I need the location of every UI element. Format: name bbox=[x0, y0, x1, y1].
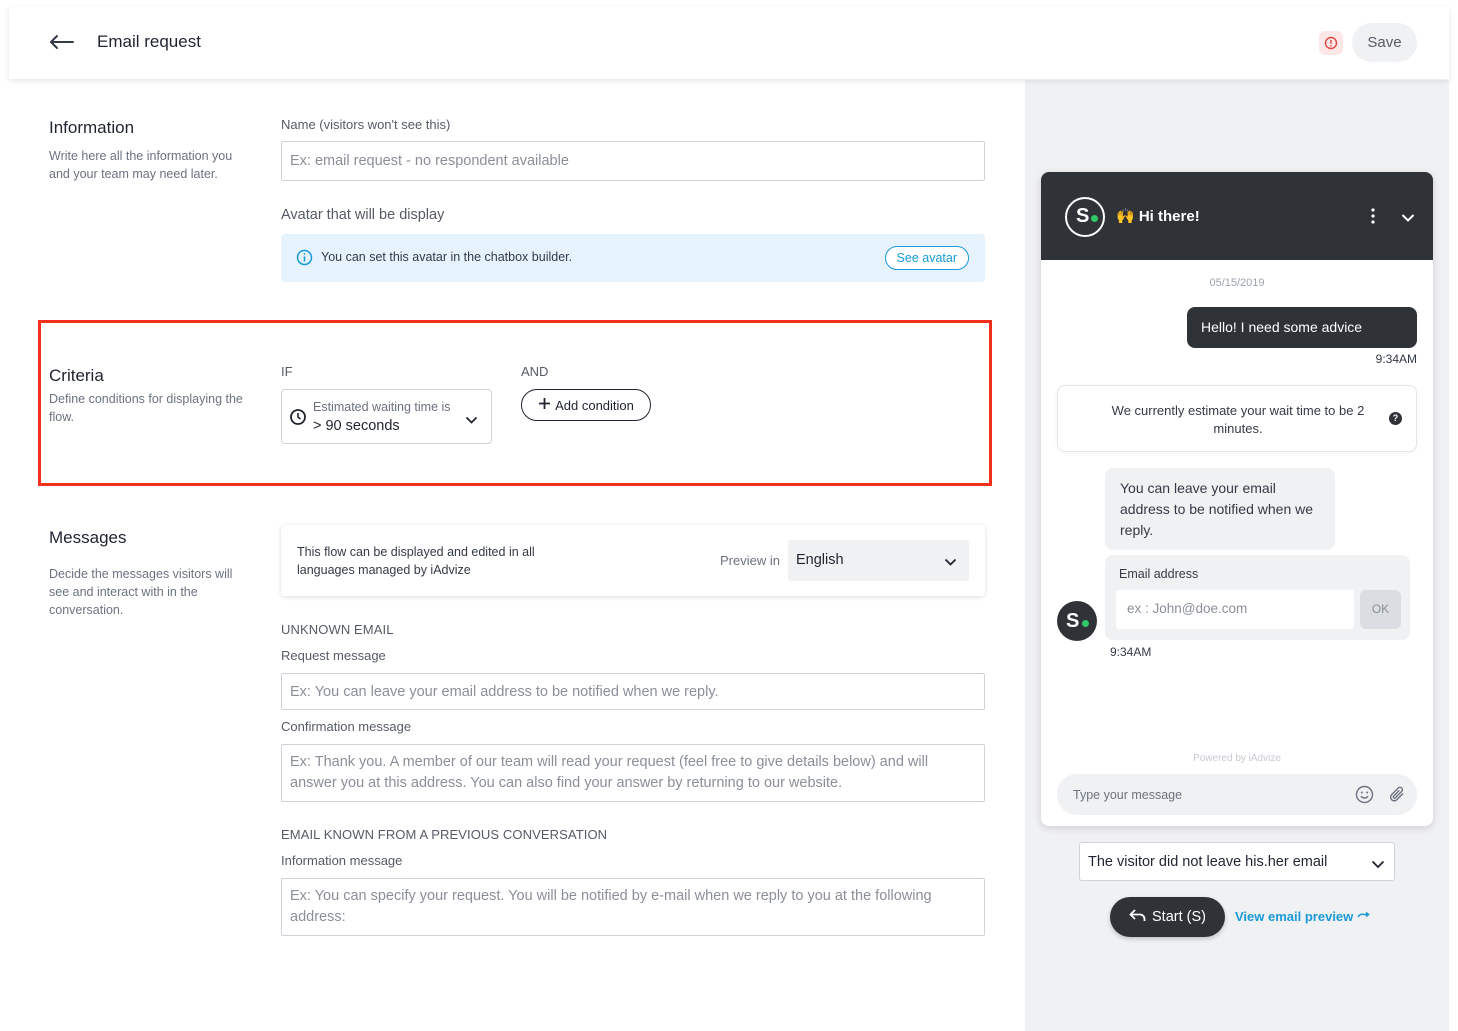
email-capture-card: Email address ex : John@doe.com OK bbox=[1105, 555, 1410, 640]
condition-select[interactable]: Estimated waiting time is > 90 seconds bbox=[281, 389, 492, 444]
name-input[interactable]: Ex: email request - no respondent availa… bbox=[281, 141, 985, 181]
if-label: IF bbox=[281, 364, 293, 379]
request-label: Request message bbox=[281, 648, 386, 663]
name-label: Name (visitors won't see this) bbox=[281, 117, 451, 132]
kebab-icon[interactable] bbox=[1371, 208, 1375, 229]
info-icon bbox=[296, 249, 313, 271]
alert-icon[interactable] bbox=[1319, 31, 1343, 55]
message-placeholder: Type your message bbox=[1073, 788, 1183, 802]
online-dot bbox=[1082, 620, 1089, 627]
criteria-description: Define conditions for displaying the flo… bbox=[49, 392, 243, 424]
chat-widget: S 🙌 Hi there! 05/15/2019 Hello! I need s… bbox=[1041, 172, 1433, 826]
brand-logo: S bbox=[1065, 197, 1105, 237]
scenario-select[interactable]: The visitor did not leave his.her email bbox=[1079, 842, 1395, 881]
add-condition-button[interactable]: Add condition bbox=[521, 389, 651, 421]
see-avatar-button[interactable]: See avatar bbox=[884, 246, 969, 270]
visitor-timestamp: 9:34AM bbox=[1375, 352, 1417, 366]
confirmation-label: Confirmation message bbox=[281, 719, 412, 734]
information-title: Information bbox=[49, 118, 135, 137]
ok-button[interactable]: OK bbox=[1360, 590, 1401, 629]
message-input[interactable]: Type your message bbox=[1057, 774, 1417, 815]
clock-icon bbox=[289, 408, 307, 431]
scenario-value: The visitor did not leave his.her email bbox=[1088, 854, 1328, 870]
information-description: Write here all the information you and y… bbox=[49, 149, 233, 181]
view-email-preview-link[interactable]: View email preview bbox=[1235, 909, 1370, 924]
email-input[interactable]: ex : John@doe.com bbox=[1116, 590, 1354, 629]
email-label: Email address bbox=[1119, 567, 1199, 581]
chevron-down-icon bbox=[1371, 856, 1385, 874]
avatar: S bbox=[1057, 601, 1097, 641]
arrow-right-icon bbox=[1357, 909, 1370, 924]
chevron-down-icon bbox=[465, 412, 478, 430]
messages-description: Decide the messages visitors will see an… bbox=[49, 567, 233, 617]
criteria-title: Criteria bbox=[49, 366, 104, 385]
confirmation-input[interactable]: Ex: Thank you. A member of our team will… bbox=[281, 744, 985, 802]
plus-icon bbox=[538, 397, 551, 413]
unknown-email-heading: UNKNOWN EMAIL bbox=[281, 622, 394, 637]
condition-type: Estimated waiting time is bbox=[313, 400, 451, 414]
condition-value: > 90 seconds bbox=[313, 418, 400, 434]
language-select[interactable]: English bbox=[788, 540, 969, 581]
messages-title: Messages bbox=[49, 528, 127, 547]
emoji-icon[interactable] bbox=[1355, 785, 1374, 809]
chat-date: 05/15/2019 bbox=[1209, 277, 1265, 289]
visitor-message: Hello! I need some advice bbox=[1187, 307, 1417, 348]
wait-message: We currently estimate your wait time to … bbox=[1111, 403, 1365, 436]
avatar-info-text: You can set this avatar in the chatbox b… bbox=[321, 250, 573, 264]
avatar-label: Avatar that will be display bbox=[281, 207, 445, 223]
chat-greeting: 🙌 Hi there! bbox=[1116, 208, 1200, 225]
online-dot bbox=[1091, 215, 1098, 222]
bot-timestamp: 9:34AM bbox=[1110, 645, 1152, 659]
preview-in-label: Preview in bbox=[720, 553, 780, 568]
known-email-heading: EMAIL KNOWN FROM A PREVIOUS CONVERSATION bbox=[281, 827, 608, 842]
back-arrow-icon[interactable] bbox=[47, 29, 77, 55]
information-message-input[interactable]: Ex: You can specify your request. You wi… bbox=[281, 878, 985, 936]
chat-header: S 🙌 Hi there! bbox=[1041, 172, 1433, 260]
language-card: This flow can be displayed and edited in… bbox=[281, 525, 985, 596]
chevron-down-icon bbox=[944, 554, 957, 572]
wait-time-card: We currently estimate your wait time to … bbox=[1057, 385, 1417, 452]
start-label: Start (S) bbox=[1152, 909, 1206, 925]
information-message-label: Information message bbox=[281, 853, 403, 868]
top-bar: Email request Save bbox=[9, 7, 1449, 79]
help-icon[interactable]: ? bbox=[1389, 412, 1402, 425]
powered-by: Powered by iAdvize bbox=[1193, 753, 1281, 764]
reply-icon bbox=[1129, 908, 1146, 926]
chevron-down-icon[interactable] bbox=[1401, 210, 1415, 228]
request-input[interactable]: Ex: You can leave your email address to … bbox=[281, 673, 985, 710]
start-button[interactable]: Start (S) bbox=[1110, 897, 1225, 937]
and-label: AND bbox=[521, 364, 549, 379]
paperclip-icon[interactable] bbox=[1388, 785, 1406, 808]
language-value: English bbox=[796, 552, 844, 568]
avatar-info-box: You can set this avatar in the chatbox b… bbox=[281, 234, 985, 282]
add-condition-label: Add condition bbox=[555, 397, 634, 413]
bot-message: You can leave your email address to be n… bbox=[1105, 468, 1335, 550]
page-title: Email request bbox=[97, 32, 201, 51]
language-note: This flow can be displayed and edited in… bbox=[297, 545, 535, 577]
save-button[interactable]: Save bbox=[1352, 23, 1417, 62]
